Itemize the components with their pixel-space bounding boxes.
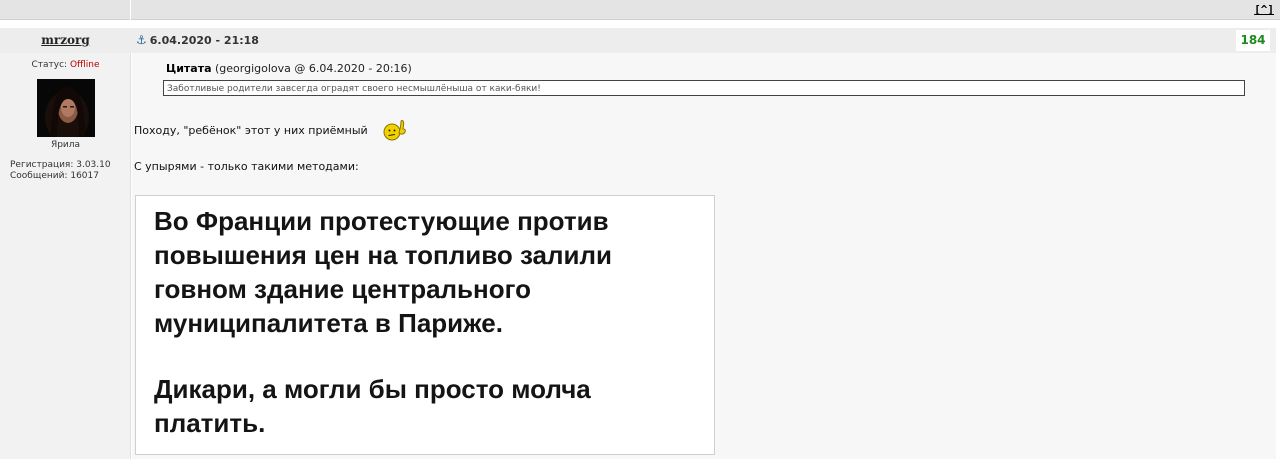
- thinking-smiley-icon: [383, 117, 409, 143]
- user-status: Статус: Offline: [31, 60, 100, 70]
- post-meta: ⚓ 6.04.2020 - 21:18: [136, 33, 259, 47]
- image-text-line: говном здание центрального: [154, 274, 531, 304]
- avatar: [37, 79, 95, 137]
- post-timestamp: 6.04.2020 - 21:18: [149, 34, 259, 47]
- image-text-line: Дикари, а могли бы просто молча: [154, 374, 591, 404]
- post-content: Цитата (georgigolova @ 6.04.2020 - 20:16…: [132, 53, 1276, 459]
- quote-box: Заботливые родители завсегда оградят сво…: [163, 80, 1245, 96]
- post-paragraph: Походу, "ребёнок" этот у них приёмный: [134, 124, 368, 137]
- image-text-line: муниципалитета в Париже.: [154, 308, 503, 338]
- author-sidebar: Статус: Offline Ярила Регистрация: 3.03.…: [0, 53, 131, 459]
- attached-image[interactable]: Во Франции протестующие против повышения…: [135, 195, 715, 455]
- top-bar: [^]: [0, 0, 1280, 20]
- image-text-line: Во Франции протестующие против: [154, 206, 609, 236]
- post-paragraph: С упырями - только такими методами:: [134, 160, 359, 173]
- image-text-line: платить.: [154, 408, 266, 438]
- quote-header: Цитата (georgigolova @ 6.04.2020 - 20:16…: [166, 62, 412, 75]
- user-stats: Регистрация: 3.03.10 Сообщений: 16017: [10, 160, 111, 182]
- message-count: Сообщений: 16017: [10, 171, 99, 181]
- author-name-link[interactable]: mrzorg: [0, 33, 131, 47]
- author-header: mrzorg: [0, 28, 131, 53]
- top-bar-left-cell: [0, 0, 131, 20]
- image-text-line: повышения цен на топливо залили: [154, 240, 613, 270]
- user-rank: Ярила: [50, 140, 81, 150]
- status-offline: Offline: [69, 60, 100, 70]
- anchor-icon[interactable]: ⚓: [136, 33, 147, 47]
- post-number[interactable]: 184: [1236, 30, 1270, 51]
- scroll-to-top-link[interactable]: [^]: [1254, 3, 1274, 16]
- avatar-image: [37, 79, 95, 137]
- registration-date: Регистрация: 3.03.10: [10, 160, 111, 170]
